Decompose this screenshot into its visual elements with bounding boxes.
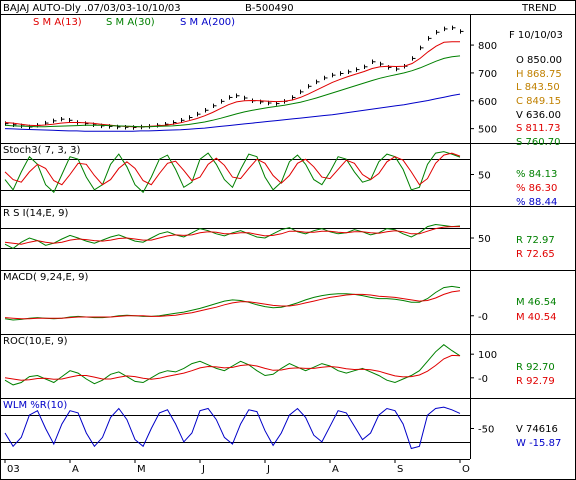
rsi-readout-1: R 72.97 [516, 235, 555, 246]
stoch-title: Stoch3( 7, 3, 3) [3, 145, 81, 156]
x-tick-label: O [462, 464, 470, 475]
y-tick-label: -50 [478, 425, 494, 436]
series-line-roc [4, 344, 461, 386]
chart-panel-3: -0 [4, 285, 488, 323]
roc-readout-1: R 92.70 [516, 362, 555, 373]
x-tick-label: A [72, 464, 79, 475]
series-line--k [4, 151, 461, 194]
readout-open: O 850.00 [516, 55, 563, 66]
x-tick-label: J [266, 464, 270, 475]
wlm-readout-w: W -15.87 [516, 438, 562, 449]
x-tick-label: M [137, 464, 146, 475]
chart-panel-4: 100 -0 [4, 344, 497, 386]
readout-high: H 868.75 [516, 69, 562, 80]
chart-panel-5: -50 [0, 406, 494, 450]
security-code: B-500490 [245, 3, 294, 14]
chart-title: BAJAJ AUTO-Dly .07/03/03-10/10/03 [3, 3, 181, 14]
chart-svg: 800 700 600 500 03 A M J J A S O 50 50 -0 100 -0 -50 [0, 0, 576, 480]
y-tick-label: 500 [478, 125, 497, 136]
readout-low: L 843.50 [516, 82, 560, 93]
rsi-readout-2: R 72.65 [516, 249, 555, 260]
chart-panel-1: 50 [0, 151, 491, 194]
readout-volume: V 636.00 [516, 110, 562, 121]
macd-readout-1: M 46.54 [516, 297, 557, 308]
chart-panel-0: 800 700 600 500 [4, 25, 497, 136]
macd-title: MACD( 9,24,E, 9) [3, 272, 89, 283]
stoch-readout-d: % 86.30 [516, 183, 558, 194]
y-tick-label: -0 [478, 374, 488, 385]
legend-sma30: S M A(30) [106, 17, 155, 28]
stoch-readout-k: % 84.13 [516, 169, 558, 180]
readout-close: C 849.15 [516, 96, 562, 107]
legend-sma200: S M A(200) [180, 17, 236, 28]
wlm-readout-v: V 74616 [516, 424, 558, 435]
roc-readout-2: R 92.79 [516, 376, 555, 387]
x-tick-label: 03 [7, 464, 20, 475]
y-tick-label: 100 [478, 350, 497, 361]
x-tick-label: S [397, 464, 403, 475]
readout-date: F 10/10/03 [509, 30, 563, 41]
readout-sma30: S 760.70 [516, 137, 561, 148]
x-tick-label: A [332, 464, 339, 475]
readout-sma13: S 811.73 [516, 123, 561, 134]
x-tick-label: J [201, 464, 205, 475]
y-tick-label: 50 [478, 171, 491, 182]
series-line-signal [4, 290, 461, 320]
y-tick-label: 700 [478, 69, 497, 80]
y-tick-label: 50 [478, 234, 491, 245]
stoch-readout-3: % 88.44 [516, 197, 558, 208]
chart-root: { "header": { "title": "BAJAJ AUTO-Dly .… [0, 0, 576, 480]
legend-sma13: S M A(13) [33, 17, 82, 28]
chart-panel-2: 50 [0, 223, 491, 249]
series-line-s-m-a-13- [4, 41, 460, 128]
roc-title: ROC(10,E, 9) [3, 336, 68, 347]
rsi-title: R S I(14,E, 9) [3, 208, 69, 219]
y-tick-label: 800 [478, 41, 497, 52]
y-tick-label: 600 [478, 97, 497, 108]
trend-label: TREND [522, 3, 557, 14]
macd-readout-2: M 40.54 [516, 312, 557, 323]
wlm-title: WLM %R(10) [3, 400, 68, 411]
series-line-signal [4, 354, 461, 381]
y-tick-label: -0 [478, 312, 488, 323]
